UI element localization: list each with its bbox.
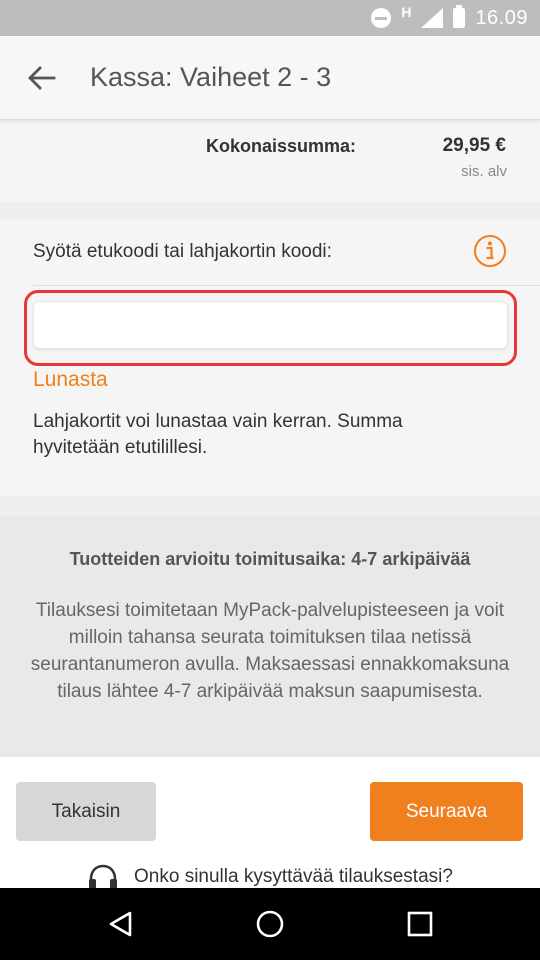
- help-text: Onko sinulla kysyttävää tilauksestasi?: [134, 866, 453, 887]
- app-toolbar: Kassa: Vaiheet 2 - 3: [0, 36, 540, 120]
- next-step-button[interactable]: Seuraava: [370, 782, 523, 841]
- page-title: Kassa: Vaiheet 2 - 3: [90, 62, 332, 92]
- square-recents-icon: [407, 911, 433, 937]
- do-not-disturb-icon: [371, 8, 392, 28]
- signal-icon: [421, 8, 444, 28]
- back-step-button[interactable]: Takaisin: [16, 782, 156, 841]
- nav-home-button[interactable]: [250, 906, 290, 942]
- total-label: Kokonaissumma:: [205, 136, 356, 156]
- delivery-description: Tilauksesi toimitetaan MyPack-palvelupis…: [30, 600, 510, 702]
- headset-icon: [89, 864, 117, 890]
- customer-help-link[interactable]: Onko sinulla kysyttävää tilauksestasi?: [86, 863, 453, 891]
- voucher-panel: Syötä etukoodi tai lahjakortin koodi: Lu…: [0, 219, 540, 496]
- vat-note: sis. alv: [461, 163, 507, 180]
- delivery-time-heading: Tuotteiden arvioitu toimitusaika: 4-7 ar…: [69, 549, 471, 569]
- arrow-left-icon: [28, 66, 56, 90]
- info-icon[interactable]: [473, 234, 507, 268]
- checkout-actions: Takaisin Seuraava Onko sinulla kysyttävä…: [0, 757, 540, 891]
- status-icons: H 16.09: [371, 0, 528, 36]
- circle-home-icon: [256, 910, 284, 938]
- network-type-label: H: [401, 4, 412, 20]
- nav-recents-button[interactable]: [400, 906, 440, 942]
- voucher-note: Lahjakortit voi lunastaa vain kerran. Su…: [33, 411, 403, 458]
- triangle-back-icon: [109, 911, 132, 937]
- status-time: 16.09: [475, 6, 528, 29]
- back-button[interactable]: [20, 58, 64, 98]
- system-nav-bar: [0, 888, 540, 960]
- voucher-code-input[interactable]: [33, 301, 508, 349]
- battery-icon: [453, 5, 466, 28]
- voucher-label: Syötä etukoodi tai lahjakortin koodi:: [33, 241, 332, 262]
- delivery-info-panel: Tuotteiden arvioitu toimitusaika: 4-7 ar…: [0, 515, 540, 757]
- nav-back-button[interactable]: [100, 906, 140, 942]
- order-total-panel: Kokonaissumma: 29,95 € sis. alv: [0, 120, 540, 202]
- divider: [33, 285, 540, 286]
- redeem-link[interactable]: Lunasta: [33, 368, 108, 392]
- status-bar: H 16.09: [0, 0, 540, 36]
- total-value: 29,95 €: [442, 135, 506, 156]
